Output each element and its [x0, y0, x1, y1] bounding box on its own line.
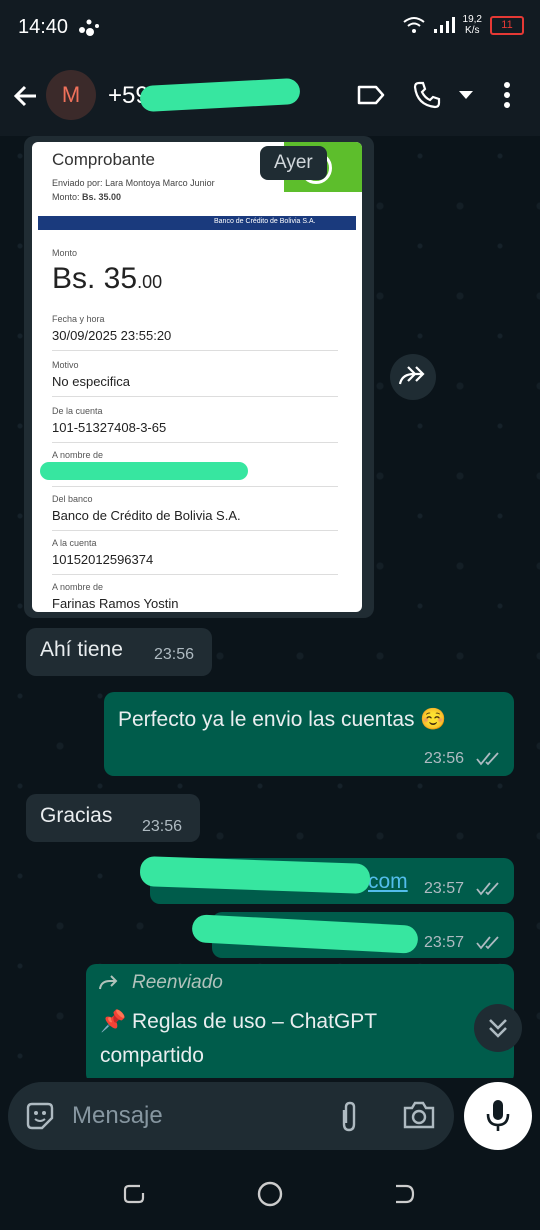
- assistant-dots-icon: [79, 19, 99, 36]
- to-account-label: A la cuenta: [52, 538, 97, 548]
- receipt-sender: Enviado por: Lara Montoya Marco Junior M…: [52, 178, 215, 202]
- message-time: 23:56: [142, 818, 183, 835]
- sticker-icon[interactable]: [24, 1100, 56, 1132]
- divider: [52, 350, 338, 351]
- chat-area[interactable]: Comprobante Enviado por: Lara Montoya Ma…: [0, 136, 540, 1078]
- forward-button[interactable]: [390, 354, 436, 400]
- back-nav-icon[interactable]: [392, 1182, 416, 1206]
- message-time: 23:57: [424, 880, 465, 897]
- forward-icon: [398, 366, 425, 385]
- motivo-value: No especifica: [52, 374, 131, 389]
- forwarded-icon: [99, 975, 118, 990]
- avatar[interactable]: M: [46, 70, 96, 120]
- double-chevron-down-icon: [489, 1019, 507, 1038]
- date-chip: Ayer: [260, 146, 327, 180]
- double-check-icon: [476, 936, 499, 950]
- to-account-value: 10152012596374: [52, 552, 154, 567]
- microphone-icon: [486, 1100, 510, 1131]
- redaction-mark: [40, 462, 248, 480]
- bank-value: Banco de Crédito de Bolivia S.A.: [52, 508, 241, 523]
- bank-band: Banco de Crédito de Bolivia S.A.: [38, 216, 356, 230]
- to-name-value: Farinas Ramos Yostin: [52, 596, 179, 611]
- battery-indicator: 11: [490, 15, 524, 35]
- image-message[interactable]: Comprobante Enviado por: Lara Montoya Ma…: [24, 136, 374, 618]
- divider: [52, 530, 338, 531]
- mic-button[interactable]: [464, 1082, 532, 1150]
- message-text: compartido: [100, 1044, 204, 1067]
- wifi-icon: [402, 17, 425, 33]
- divider: [52, 486, 338, 487]
- message-incoming[interactable]: Ahí tiene 23:56: [26, 628, 212, 676]
- home-icon[interactable]: [256, 1180, 284, 1208]
- more-options-icon[interactable]: [500, 80, 514, 110]
- attach-paperclip-icon[interactable]: [336, 1100, 362, 1134]
- message-text: Gracias: [40, 804, 113, 827]
- chat-header: M +595: [0, 56, 540, 136]
- double-check-icon: [476, 752, 499, 766]
- camera-icon[interactable]: [402, 1100, 436, 1130]
- message-text: 📌 Reglas de uso – ChatGPT: [100, 1010, 378, 1033]
- from-account-label: De la cuenta: [52, 406, 103, 416]
- from-account-value: 101-51327408-3-65: [52, 420, 167, 435]
- receipt-title: Comprobante: [52, 150, 156, 169]
- message-link[interactable]: com: [368, 870, 408, 894]
- motivo-label: Motivo: [52, 360, 79, 370]
- receipt-image[interactable]: Comprobante Enviado por: Lara Montoya Ma…: [32, 142, 362, 612]
- status-bar: 14:40 19,2 K/s 11: [0, 0, 540, 56]
- back-arrow-icon[interactable]: [12, 82, 40, 110]
- bank-label: Del banco: [52, 494, 93, 504]
- message-time: 23:55: [321, 592, 362, 609]
- message-outgoing[interactable]: Perfecto ya le envio las cuentas ☺️ 23:5…: [104, 692, 514, 776]
- message-incoming[interactable]: Gracias 23:56: [26, 794, 200, 842]
- monto-label: Monto: [52, 248, 78, 258]
- message-text: Ahí tiene: [40, 638, 123, 661]
- divider: [52, 574, 338, 575]
- message-time: 23:56: [154, 646, 195, 663]
- scroll-to-bottom-button[interactable]: [474, 1004, 522, 1052]
- amount-value: Bs. 35.00: [52, 262, 163, 295]
- phone-icon[interactable]: [412, 80, 442, 110]
- date-value: 30/09/2025 23:55:20: [52, 328, 172, 343]
- signal-icon: [433, 17, 455, 33]
- message-time: 23:56: [424, 750, 465, 767]
- message-composer: Mensaje: [0, 1078, 540, 1156]
- system-nav-bar: [0, 1156, 540, 1230]
- message-input[interactable]: Mensaje: [72, 1102, 163, 1130]
- message-text: Perfecto ya le envio las cuentas ☺️: [118, 708, 447, 731]
- label-tag-icon[interactable]: [356, 80, 386, 110]
- message-input-container[interactable]: Mensaje: [8, 1082, 454, 1150]
- network-speed: 19,2 K/s: [462, 14, 482, 36]
- divider: [52, 442, 338, 443]
- chevron-down-icon[interactable]: [458, 90, 474, 100]
- divider: [52, 396, 338, 397]
- forwarded-label: Reenviado: [132, 972, 223, 993]
- double-check-icon: [476, 882, 499, 896]
- name-label: A nombre de: [52, 450, 104, 460]
- recents-icon[interactable]: [122, 1182, 146, 1206]
- date-label: Fecha y hora: [52, 314, 105, 324]
- to-name-label: A nombre de: [52, 582, 104, 592]
- status-time: 14:40: [18, 16, 69, 38]
- message-time: 23:57: [424, 934, 465, 951]
- message-outgoing-forwarded[interactable]: Reenviado 📌 Reglas de uso – ChatGPT comp…: [86, 964, 514, 1078]
